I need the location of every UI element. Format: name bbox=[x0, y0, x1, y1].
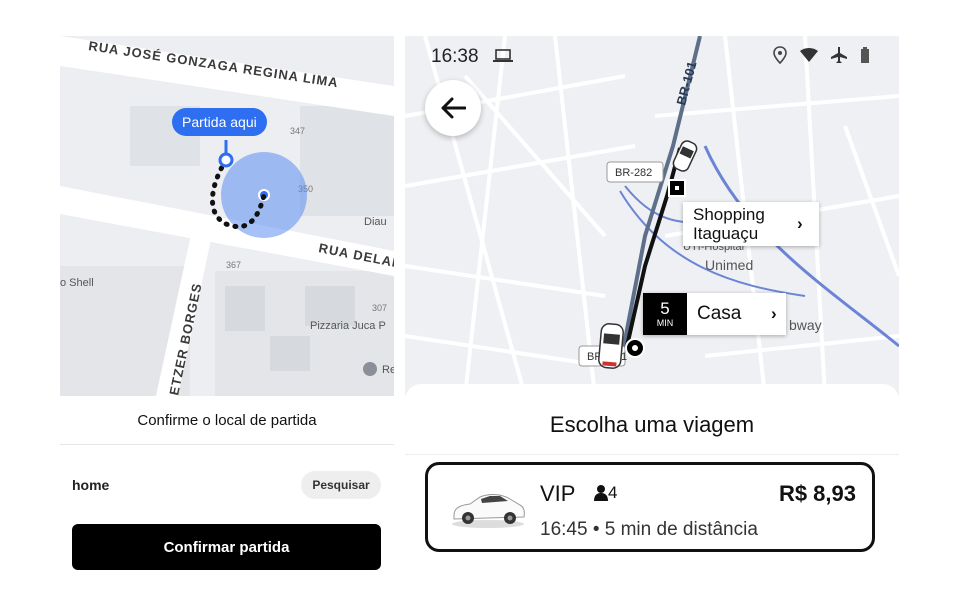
poi-shell: o Shell bbox=[60, 277, 94, 289]
search-button[interactable]: Pesquisar bbox=[301, 471, 381, 499]
road-label-br101: BR-101 bbox=[673, 60, 699, 107]
location-icon bbox=[773, 46, 787, 64]
seat-count-value: 4 bbox=[608, 483, 618, 502]
ride-name: VIP bbox=[540, 481, 576, 506]
house-number: 347 bbox=[290, 126, 305, 136]
pickup-map-graphic: RUA JOSÉ GONZAGA REGINA LIMA RUA DELAM E… bbox=[60, 36, 394, 396]
status-icons bbox=[773, 46, 870, 64]
back-arrow-icon bbox=[441, 97, 466, 119]
pickup-name: Casa bbox=[697, 303, 742, 324]
left-screen: RUA JOSÉ GONZAGA REGINA LIMA RUA DELAM E… bbox=[60, 36, 394, 607]
divider bbox=[60, 444, 394, 445]
ride-price: R$ 8,93 bbox=[778, 481, 856, 506]
car-image bbox=[452, 494, 525, 528]
sheet-title: Escolha uma viagem bbox=[549, 412, 755, 437]
airplane-icon bbox=[831, 47, 847, 63]
right-screen: BR-101 UTI-Hospital Unimed bway BR-282 B… bbox=[405, 36, 899, 566]
divider bbox=[405, 454, 899, 455]
pickup-pin-icon[interactable] bbox=[218, 152, 234, 168]
pickup-address[interactable]: home bbox=[72, 477, 109, 493]
house-number: 307 bbox=[372, 303, 387, 313]
laptop-icon bbox=[493, 49, 513, 62]
route-map[interactable]: BR-101 UTI-Hospital Unimed bway BR-282 B… bbox=[405, 36, 899, 396]
poi-pin-icon bbox=[363, 362, 377, 376]
page-title: Confirme o local de partida bbox=[137, 412, 317, 429]
ride-options-sheet: Escolha uma viagem VIP 4 R$ 8,93 16:45 •… bbox=[405, 384, 899, 566]
person-icon bbox=[594, 485, 608, 501]
chevron-right-icon: › bbox=[771, 304, 777, 323]
route-map-graphic: BR-101 UTI-Hospital Unimed bway BR-282 B… bbox=[405, 36, 899, 396]
eta-value: 5 bbox=[660, 299, 670, 318]
poi-diau: Diau bbox=[364, 216, 387, 228]
poi-re: Re bbox=[382, 364, 394, 376]
chevron-right-icon: › bbox=[797, 214, 803, 233]
eta-badge: 5 MIN bbox=[643, 293, 687, 335]
pickup-pin-label[interactable]: Partida aqui bbox=[172, 108, 267, 136]
ride-eta-detail: 16:45 • 5 min de distância bbox=[540, 519, 758, 540]
confirm-pickup-button[interactable]: Confirmar partida bbox=[72, 524, 381, 570]
wifi-icon bbox=[800, 48, 818, 62]
back-button[interactable] bbox=[425, 80, 481, 136]
house-number: 367 bbox=[226, 260, 241, 270]
pickup-callout[interactable]: 5 MIN Casa › bbox=[643, 293, 786, 335]
pickup-map[interactable]: RUA JOSÉ GONZAGA REGINA LIMA RUA DELAM E… bbox=[60, 36, 394, 396]
poi-subway: bway bbox=[789, 317, 822, 333]
poi-pizzaria: Pizzaria Juca P bbox=[310, 320, 386, 332]
car-icon bbox=[598, 323, 624, 369]
ride-option-vip[interactable]: VIP 4 R$ 8,93 16:45 • 5 min de distância bbox=[425, 462, 875, 552]
poi-unimed: Unimed bbox=[705, 257, 753, 273]
destination-name: Shopping Itaguaçu bbox=[693, 205, 765, 243]
battery-icon bbox=[861, 47, 869, 63]
eta-unit: MIN bbox=[656, 318, 674, 328]
seat-count: 4 bbox=[594, 483, 617, 503]
road-badge-br282-label: BR-282 bbox=[615, 167, 652, 179]
status-time: 16:38 bbox=[431, 46, 479, 67]
destination-callout[interactable]: Shopping Itaguaçu › bbox=[683, 202, 819, 246]
